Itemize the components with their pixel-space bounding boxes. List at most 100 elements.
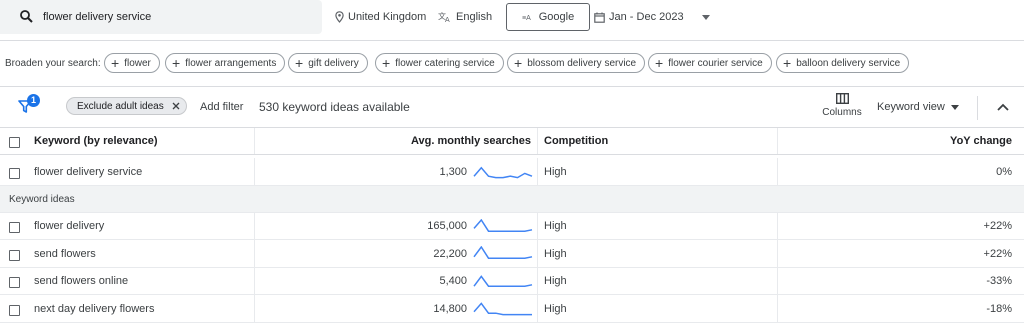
- keyword-cell: send flowers online: [34, 275, 129, 287]
- search-network-icon: ≡A: [522, 15, 531, 22]
- column-header-yoy[interactable]: YoY change: [777, 128, 1024, 154]
- trend-sparkline: [473, 275, 533, 287]
- sparkline-line: [473, 219, 533, 232]
- location-selector[interactable]: United Kingdom: [335, 11, 426, 23]
- competition-cell: High: [537, 213, 777, 239]
- broaden-chip-flower-arrangements[interactable]: + flower arrangements: [165, 53, 286, 73]
- sparkline-line: [473, 302, 532, 316]
- broaden-chip-flower[interactable]: + flower: [104, 53, 160, 73]
- columns-button[interactable]: Columns: [822, 93, 862, 123]
- plus-icon: +: [295, 55, 304, 71]
- keyword-view-dropdown[interactable]: Keyword view: [877, 101, 959, 113]
- table-header-row: Keyword (by relevance) Avg. monthly sear…: [0, 127, 1024, 155]
- keyword-ideas-count: 530 keyword ideas available: [259, 100, 410, 114]
- competition-cell: High: [537, 295, 777, 322]
- column-header-keyword[interactable]: Keyword (by relevance): [34, 128, 158, 154]
- search-input-value[interactable]: flower delivery service: [43, 11, 151, 23]
- chip-label: blossom delivery service: [527, 57, 637, 69]
- table-row: send flowers online 5,400 High -33%: [0, 268, 1024, 295]
- columns-icon: [835, 93, 849, 104]
- trend-sparkline: [473, 302, 532, 316]
- top-divider: [0, 40, 1024, 41]
- broaden-divider: [0, 86, 1024, 87]
- close-icon[interactable]: [172, 102, 180, 110]
- plus-icon: +: [172, 55, 181, 71]
- sparkline-line: [473, 275, 533, 287]
- broaden-search-bar: Broaden your search: + flower + flower arr…: [0, 52, 1024, 76]
- chip-label: flower: [124, 57, 151, 69]
- keyword-cell: flower delivery: [34, 220, 105, 232]
- row-checkbox[interactable]: [9, 250, 20, 261]
- trend-sparkline: [473, 219, 533, 232]
- language-selector[interactable]: 文 A English: [438, 11, 492, 23]
- search-engine-label: Google: [538, 11, 575, 23]
- search-icon: [20, 10, 33, 23]
- keyword-cell: flower delivery service: [34, 165, 143, 178]
- keyword-search-box[interactable]: flower delivery service: [0, 0, 322, 34]
- plus-icon: +: [382, 55, 391, 71]
- broaden-chip-flower-catering-service[interactable]: + flower catering service: [375, 53, 504, 73]
- broaden-chip-flower-courier-service[interactable]: + flower courier service: [648, 53, 772, 73]
- search-engine-selector[interactable]: ≡A Google: [506, 3, 590, 31]
- row-checkbox[interactable]: [9, 305, 20, 316]
- plus-icon: +: [783, 55, 792, 71]
- section-header-row: Keyword ideas: [0, 186, 1024, 213]
- top-bar: flower delivery service United Kingdom 文…: [0, 0, 1024, 40]
- competition-cell: High: [537, 268, 777, 294]
- columns-label: Columns: [822, 107, 862, 118]
- chevron-up-icon[interactable]: [996, 102, 1010, 112]
- plus-icon: +: [111, 55, 120, 71]
- date-range-label: Jan - Dec 2023: [609, 11, 684, 23]
- plus-icon: +: [514, 55, 523, 71]
- chip-label: balloon delivery service: [796, 57, 901, 69]
- select-all-checkbox[interactable]: [9, 137, 20, 148]
- chip-label: flower catering service: [395, 57, 495, 69]
- column-header-competition[interactable]: Competition: [537, 128, 777, 154]
- yoy-cell: -18%: [777, 295, 1024, 322]
- column-header-avg-searches[interactable]: Avg. monthly searches: [254, 128, 537, 154]
- filter-count-badge: 1: [27, 94, 40, 107]
- table-row: send flowers 22,200 High +22%: [0, 240, 1024, 268]
- competition-cell: High: [537, 240, 777, 267]
- active-filter-label: Exclude adult ideas: [77, 100, 164, 112]
- row-checkbox[interactable]: [9, 277, 20, 288]
- competition-cell: High: [537, 158, 777, 185]
- filter-button[interactable]: 1: [18, 94, 40, 116]
- dropdown-arrow-icon: [701, 14, 710, 20]
- dropdown-arrow-icon: [950, 104, 959, 110]
- keyword-cell: send flowers: [34, 247, 96, 260]
- trend-sparkline: [473, 166, 533, 179]
- broaden-label: Broaden your search:: [5, 58, 101, 69]
- table-row: next day delivery flowers 14,800 High -1…: [0, 295, 1024, 323]
- svg-text:A: A: [445, 17, 450, 23]
- chip-label: gift delivery: [308, 57, 359, 69]
- table-row: flower delivery 165,000 High +22%: [0, 213, 1024, 240]
- row-checkbox[interactable]: [9, 168, 20, 179]
- sparkline-line: [473, 166, 533, 179]
- svg-text:≡A: ≡A: [522, 15, 531, 22]
- broaden-chip-balloon-delivery-service[interactable]: + balloon delivery service: [776, 53, 910, 73]
- broaden-chip-blossom-delivery-service[interactable]: + blossom delivery service: [507, 53, 646, 73]
- translate-icon: 文 A: [438, 11, 450, 23]
- keyword-view-label: Keyword view: [877, 101, 945, 113]
- language-label: English: [456, 11, 493, 23]
- sparkline-line: [473, 246, 533, 259]
- yoy-cell: +22%: [777, 213, 1024, 239]
- location-label: United Kingdom: [348, 11, 427, 23]
- section-label: Keyword ideas: [9, 193, 75, 205]
- add-filter-button[interactable]: Add filter: [200, 101, 243, 113]
- row-checkbox[interactable]: [9, 222, 20, 233]
- trend-sparkline: [473, 246, 533, 259]
- keyword-cell: next day delivery flowers: [34, 302, 155, 315]
- toolbar-divider: [977, 96, 978, 120]
- yoy-cell: 0%: [777, 158, 1024, 185]
- yoy-cell: +22%: [777, 240, 1024, 267]
- date-range-selector[interactable]: Jan - Dec 2023: [594, 11, 710, 23]
- broaden-chip-gift-delivery[interactable]: + gift delivery: [288, 53, 368, 73]
- location-pin-icon: [335, 11, 344, 23]
- chip-label: flower arrangements: [185, 57, 277, 69]
- active-filter-chip[interactable]: Exclude adult ideas: [66, 97, 187, 115]
- chip-label: flower courier service: [668, 57, 763, 69]
- plus-icon: +: [655, 55, 664, 71]
- calendar-icon: [594, 12, 605, 23]
